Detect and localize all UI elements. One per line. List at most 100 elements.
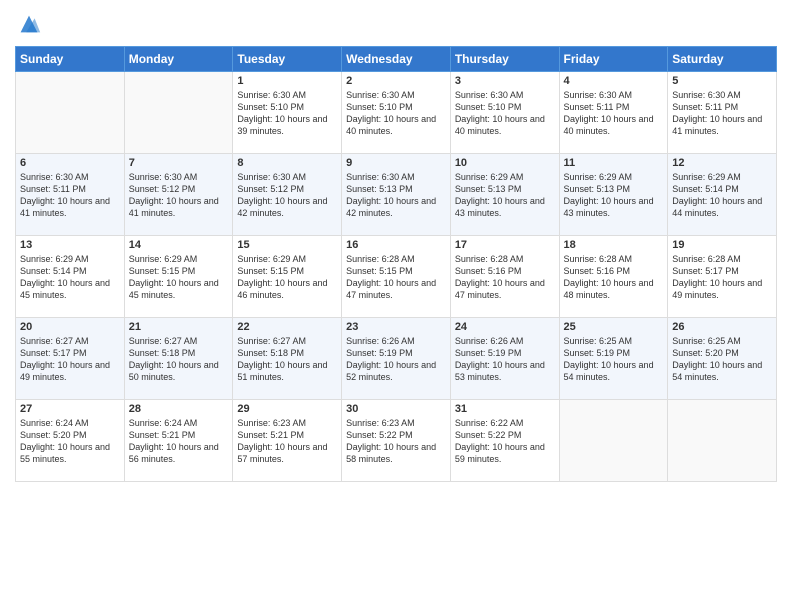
day-number: 14	[129, 239, 229, 251]
calendar-day-cell: 29Sunrise: 6:23 AMSunset: 5:21 PMDayligh…	[233, 400, 342, 482]
calendar-day-cell: 19 Sunrise: 6:28 AMSunset: 5:17 PMDayligh…	[668, 236, 777, 318]
day-info: Sunrise: 6:27 AMSunset: 5:18 PMDaylight:…	[129, 335, 229, 384]
day-number: 4	[564, 75, 664, 87]
calendar-day-cell: 1 Sunrise: 6:30 AMSunset: 5:10 PMDaylight…	[233, 72, 342, 154]
calendar-day-cell: 21 Sunrise: 6:27 AMSunset: 5:18 PMDayligh…	[124, 318, 233, 400]
day-number: 1	[237, 75, 337, 87]
calendar-day-cell: 11 Sunrise: 6:29 AMSunset: 5:13 PMDayligh…	[559, 154, 668, 236]
day-info: Sunrise: 6:27 AMSunset: 5:18 PMDaylight:…	[237, 335, 337, 384]
day-info: Sunrise: 6:24 AMSunset: 5:20 PMDaylight:…	[20, 417, 120, 466]
logo	[15, 10, 45, 38]
calendar-day-cell: 23 Sunrise: 6:26 AMSunset: 5:19 PMDayligh…	[342, 318, 451, 400]
day-info: Sunrise: 6:28 AMSunset: 5:15 PMDaylight:…	[346, 253, 446, 302]
day-number: 23	[346, 321, 446, 333]
day-header-thursday: Thursday	[450, 47, 559, 72]
day-number: 27	[20, 403, 120, 415]
calendar-week-row: 27 Sunrise: 6:24 AMSunset: 5:20 PMDayligh…	[16, 400, 777, 482]
logo-icon	[15, 10, 43, 38]
calendar-day-cell: 22 Sunrise: 6:27 AMSunset: 5:18 PMDayligh…	[233, 318, 342, 400]
day-number: 2	[346, 75, 446, 87]
day-number: 31	[455, 403, 555, 415]
day-header-saturday: Saturday	[668, 47, 777, 72]
calendar-day-cell: 18 Sunrise: 6:28 AMSunset: 5:16 PMDayligh…	[559, 236, 668, 318]
day-number: 11	[564, 157, 664, 169]
day-info: Sunrise: 6:30 AMSunset: 5:12 PMDaylight:…	[129, 171, 229, 220]
calendar-day-cell: 4 Sunrise: 6:30 AMSunset: 5:11 PMDaylight…	[559, 72, 668, 154]
calendar-week-row: 20 Sunrise: 6:27 AMSunset: 5:17 PMDayligh…	[16, 318, 777, 400]
calendar-day-cell: 9Sunrise: 6:30 AMSunset: 5:13 PMDaylight…	[342, 154, 451, 236]
day-number: 8	[237, 157, 337, 169]
day-number: 13	[20, 239, 120, 251]
day-info: Sunrise: 6:29 AMSunset: 5:15 PMDaylight:…	[129, 253, 229, 302]
day-header-tuesday: Tuesday	[233, 47, 342, 72]
day-info: Sunrise: 6:25 AMSunset: 5:19 PMDaylight:…	[564, 335, 664, 384]
day-number: 12	[672, 157, 772, 169]
day-info: Sunrise: 6:27 AMSunset: 5:17 PMDaylight:…	[20, 335, 120, 384]
calendar-day-cell: 28Sunrise: 6:24 AMSunset: 5:21 PMDayligh…	[124, 400, 233, 482]
day-number: 24	[455, 321, 555, 333]
calendar-week-row: 13 Sunrise: 6:29 AMSunset: 5:14 PMDayligh…	[16, 236, 777, 318]
calendar-week-row: 6 Sunrise: 6:30 AMSunset: 5:11 PMDaylight…	[16, 154, 777, 236]
day-number: 9	[346, 157, 446, 169]
day-info: Sunrise: 6:30 AMSunset: 5:11 PMDaylight:…	[20, 171, 120, 220]
day-number: 22	[237, 321, 337, 333]
day-number: 17	[455, 239, 555, 251]
calendar-day-cell	[559, 400, 668, 482]
day-info: Sunrise: 6:28 AMSunset: 5:17 PMDaylight:…	[672, 253, 772, 302]
calendar-day-cell: 10 Sunrise: 6:29 AMSunset: 5:13 PMDayligh…	[450, 154, 559, 236]
calendar-week-row: 1 Sunrise: 6:30 AMSunset: 5:10 PMDaylight…	[16, 72, 777, 154]
day-info: Sunrise: 6:30 AMSunset: 5:10 PMDaylight:…	[455, 89, 555, 138]
day-number: 16	[346, 239, 446, 251]
day-info: Sunrise: 6:23 AMSunset: 5:21 PMDaylight:…	[237, 417, 337, 466]
day-header-wednesday: Wednesday	[342, 47, 451, 72]
day-info: Sunrise: 6:29 AMSunset: 5:13 PMDaylight:…	[564, 171, 664, 220]
day-number: 19	[672, 239, 772, 251]
day-info: Sunrise: 6:29 AMSunset: 5:14 PMDaylight:…	[672, 171, 772, 220]
day-number: 28	[129, 403, 229, 415]
calendar-day-cell	[668, 400, 777, 482]
day-number: 3	[455, 75, 555, 87]
day-header-monday: Monday	[124, 47, 233, 72]
day-info: Sunrise: 6:26 AMSunset: 5:19 PMDaylight:…	[455, 335, 555, 384]
calendar-day-cell: 20 Sunrise: 6:27 AMSunset: 5:17 PMDayligh…	[16, 318, 125, 400]
day-number: 18	[564, 239, 664, 251]
day-number: 10	[455, 157, 555, 169]
calendar-day-cell: 27 Sunrise: 6:24 AMSunset: 5:20 PMDayligh…	[16, 400, 125, 482]
day-info: Sunrise: 6:22 AMSunset: 5:22 PMDaylight:…	[455, 417, 555, 466]
day-info: Sunrise: 6:30 AMSunset: 5:10 PMDaylight:…	[237, 89, 337, 138]
calendar-day-cell: 3 Sunrise: 6:30 AMSunset: 5:10 PMDaylight…	[450, 72, 559, 154]
calendar-day-cell: 6 Sunrise: 6:30 AMSunset: 5:11 PMDaylight…	[16, 154, 125, 236]
day-number: 6	[20, 157, 120, 169]
calendar-header-row: SundayMondayTuesdayWednesdayThursdayFrid…	[16, 47, 777, 72]
day-info: Sunrise: 6:30 AMSunset: 5:10 PMDaylight:…	[346, 89, 446, 138]
day-info: Sunrise: 6:26 AMSunset: 5:19 PMDaylight:…	[346, 335, 446, 384]
day-number: 7	[129, 157, 229, 169]
day-info: Sunrise: 6:29 AMSunset: 5:14 PMDaylight:…	[20, 253, 120, 302]
day-number: 20	[20, 321, 120, 333]
calendar-day-cell: 2 Sunrise: 6:30 AMSunset: 5:10 PMDaylight…	[342, 72, 451, 154]
day-info: Sunrise: 6:29 AMSunset: 5:15 PMDaylight:…	[237, 253, 337, 302]
calendar-day-cell: 13 Sunrise: 6:29 AMSunset: 5:14 PMDayligh…	[16, 236, 125, 318]
day-number: 21	[129, 321, 229, 333]
day-number: 5	[672, 75, 772, 87]
calendar-day-cell: 12 Sunrise: 6:29 AMSunset: 5:14 PMDayligh…	[668, 154, 777, 236]
calendar-day-cell: 17 Sunrise: 6:28 AMSunset: 5:16 PMDayligh…	[450, 236, 559, 318]
header	[15, 10, 777, 38]
day-info: Sunrise: 6:25 AMSunset: 5:20 PMDaylight:…	[672, 335, 772, 384]
calendar-day-cell: 7 Sunrise: 6:30 AMSunset: 5:12 PMDaylight…	[124, 154, 233, 236]
calendar-day-cell: 31 Sunrise: 6:22 AMSunset: 5:22 PMDayligh…	[450, 400, 559, 482]
day-number: 15	[237, 239, 337, 251]
day-number: 25	[564, 321, 664, 333]
day-info: Sunrise: 6:29 AMSunset: 5:13 PMDaylight:…	[455, 171, 555, 220]
day-info: Sunrise: 6:30 AMSunset: 5:11 PMDaylight:…	[564, 89, 664, 138]
calendar-day-cell: 26Sunrise: 6:25 AMSunset: 5:20 PMDayligh…	[668, 318, 777, 400]
calendar-day-cell	[16, 72, 125, 154]
calendar-table: SundayMondayTuesdayWednesdayThursdayFrid…	[15, 46, 777, 482]
day-info: Sunrise: 6:28 AMSunset: 5:16 PMDaylight:…	[564, 253, 664, 302]
page: SundayMondayTuesdayWednesdayThursdayFrid…	[0, 0, 792, 612]
day-header-sunday: Sunday	[16, 47, 125, 72]
calendar-day-cell	[124, 72, 233, 154]
day-info: Sunrise: 6:30 AMSunset: 5:11 PMDaylight:…	[672, 89, 772, 138]
calendar-day-cell: 25 Sunrise: 6:25 AMSunset: 5:19 PMDayligh…	[559, 318, 668, 400]
day-info: Sunrise: 6:28 AMSunset: 5:16 PMDaylight:…	[455, 253, 555, 302]
